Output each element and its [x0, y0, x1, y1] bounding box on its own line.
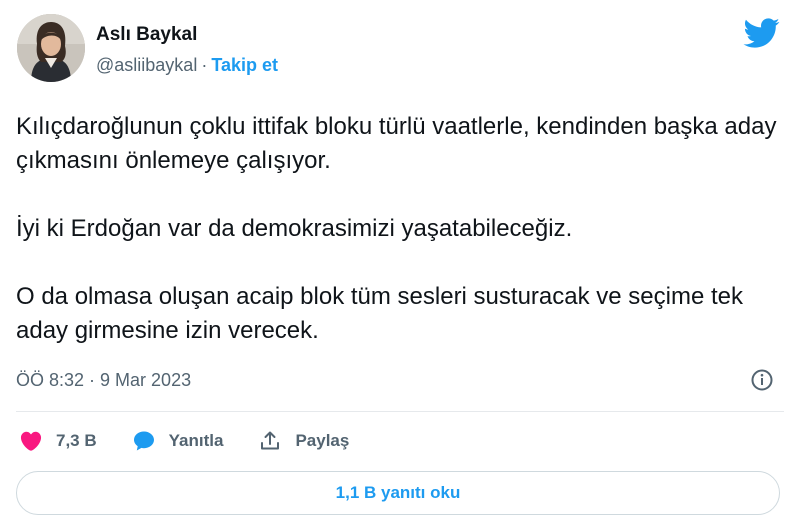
heart-icon	[20, 431, 42, 451]
like-count: 7,3 B	[56, 431, 97, 450]
follow-button[interactable]: Takip et	[211, 55, 278, 75]
reply-label: Yanıtla	[168, 431, 224, 450]
avatar-photo	[17, 14, 85, 82]
read-replies-button[interactable]: 1,1 B yanıtı oku	[16, 471, 780, 515]
info-icon[interactable]	[750, 368, 774, 392]
handle-row: @asliibaykal · Takip et	[96, 55, 278, 76]
divider	[16, 411, 784, 412]
tweet-text: Kılıçdaroğlunun çoklu ittifak bloku türl…	[16, 110, 786, 348]
share-label: Paylaş	[295, 431, 350, 450]
action-bar: 7,3 B Yanıtla Paylaş	[18, 426, 383, 456]
like-button[interactable]: 7,3 B	[18, 429, 97, 453]
avatar[interactable]	[17, 14, 85, 82]
speech-bubble-icon	[133, 431, 154, 451]
twitter-bird-icon[interactable]	[742, 14, 780, 52]
share-button[interactable]: Paylaş	[257, 429, 349, 453]
share-upload-icon	[261, 431, 280, 450]
tweet-timestamp[interactable]: ÖÖ 8:32 · 9 Mar 2023	[16, 370, 191, 391]
separator-dot: ·	[201, 55, 208, 75]
tweet-embed-card: Aslı Baykal @asliibaykal · Takip et Kılıçd…	[0, 0, 800, 522]
user-handle[interactable]: @asliibaykal	[96, 55, 197, 75]
tweet-paragraph: O da olmasa oluşan acaip blok tüm sesler…	[16, 283, 743, 344]
tweet-paragraph: Kılıçdaroğlunun çoklu ittifak bloku türl…	[16, 113, 777, 174]
display-name[interactable]: Aslı Baykal	[96, 24, 197, 46]
reply-button[interactable]: Yanıtla	[131, 429, 224, 453]
tweet-paragraph: İyi ki Erdoğan var da demokrasimizi yaşa…	[16, 215, 573, 242]
